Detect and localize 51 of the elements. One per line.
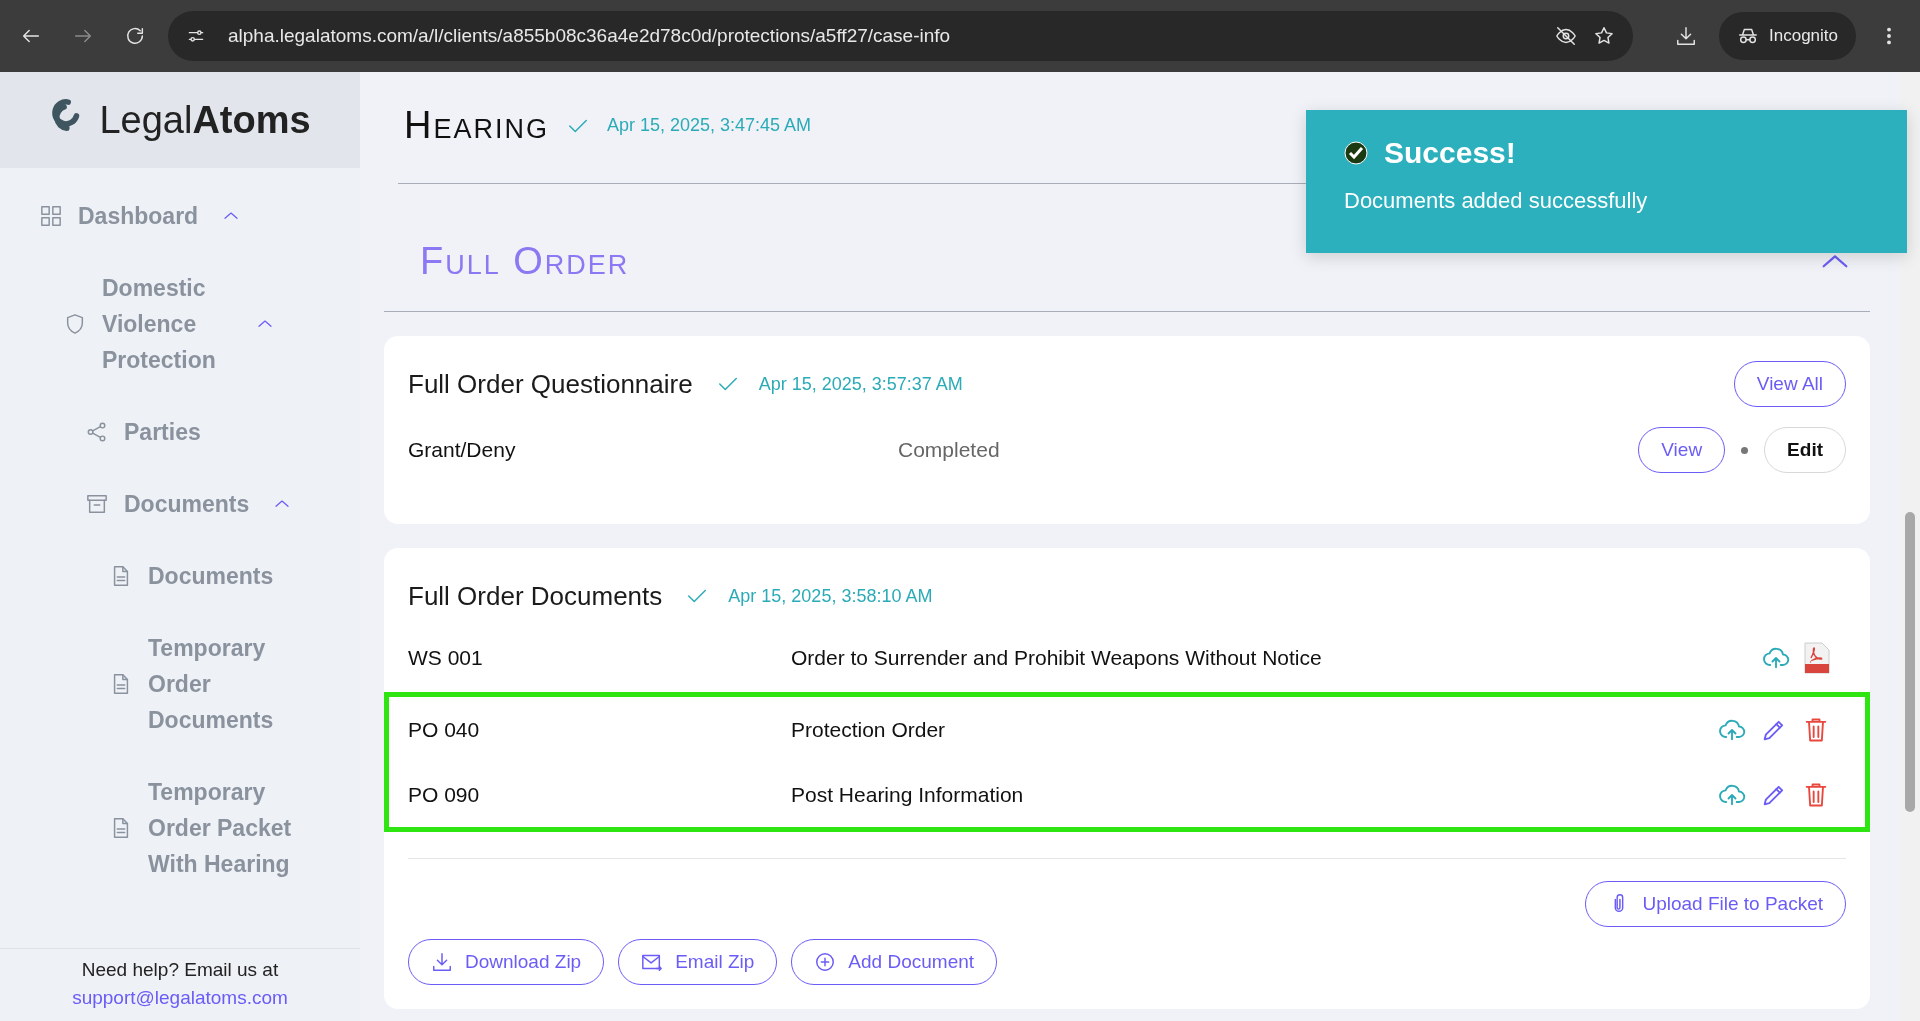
help-text: Need help? Email us at bbox=[80, 959, 280, 981]
scrollbar[interactable] bbox=[1900, 72, 1920, 1021]
status-text: Completed bbox=[898, 438, 1000, 462]
document-name: Protection Order bbox=[791, 717, 946, 742]
archive-icon bbox=[86, 493, 108, 515]
action-button[interactable]: Add Document bbox=[791, 939, 998, 985]
separator-dot bbox=[1741, 446, 1749, 454]
timestamp: Apr 15, 2025, 3:58:10 AM bbox=[728, 585, 933, 607]
timestamp: Apr 15, 2025, 3:57:37 AM bbox=[758, 373, 963, 395]
share-icon bbox=[86, 421, 108, 443]
add-icon bbox=[814, 951, 837, 973]
grid-icon bbox=[40, 205, 62, 227]
document-code: PO 090 bbox=[408, 782, 481, 807]
card-title: Full Order Documents bbox=[408, 580, 663, 612]
view-all-button[interactable]: View All bbox=[1733, 361, 1846, 407]
star-icon[interactable] bbox=[1593, 25, 1615, 47]
reload-icon[interactable] bbox=[124, 25, 146, 47]
logo: LegalAtoms bbox=[49, 98, 311, 142]
action-button[interactable]: Download Zip bbox=[408, 939, 605, 985]
action-button[interactable]: Email Zip bbox=[618, 939, 778, 985]
toast-title: Success! bbox=[1384, 136, 1516, 170]
nav-item[interactable]: Dashboard bbox=[0, 180, 360, 252]
address-bar[interactable]: alpha.legalatoms.com/a/l/clients/a855b08c36a4e2d78c0d/protections/a5ff27/case-info bbox=[168, 11, 1633, 61]
eye-off-icon[interactable] bbox=[1555, 25, 1577, 47]
document-name: Order to Surrender and Prohibit Weapons Without Notice bbox=[791, 646, 1322, 670]
toast-message: Documents added successfully bbox=[1344, 188, 1649, 214]
nav-item[interactable]: Temporary Order Packet With Hearing bbox=[0, 756, 360, 900]
questionnaire-name: Grant/Deny bbox=[408, 438, 517, 462]
pdf-file-icon[interactable] bbox=[1804, 642, 1830, 674]
nav-item[interactable]: Documents bbox=[0, 468, 360, 540]
card-title: Full Order Questionnaire bbox=[408, 368, 693, 400]
edit-button[interactable]: Edit bbox=[1764, 427, 1846, 473]
timestamp: Apr 15, 2025, 3:47:45 AM bbox=[606, 115, 812, 136]
url-text: alpha.legalatoms.com/a/l/clients/a855b08c36a4e2d78c0d/protections/a5ff27/case-info bbox=[228, 25, 951, 47]
email-link[interactable]: support@legalatoms.com bbox=[72, 987, 288, 1009]
download-icon bbox=[431, 951, 453, 973]
nav-item[interactable]: Domestic Violence Protection bbox=[0, 252, 360, 396]
upload-file-button[interactable]: Upload File to Packet bbox=[1585, 881, 1846, 927]
section-title: Full Order bbox=[420, 240, 630, 283]
check-circle-icon bbox=[1344, 141, 1368, 165]
incognito-button[interactable]: Incognito bbox=[1719, 12, 1856, 60]
document-code: WS 001 bbox=[408, 646, 484, 670]
nav-item[interactable]: Temporary Order Documents bbox=[0, 612, 360, 756]
section-title: Hearing bbox=[404, 104, 549, 147]
document-code: PO 040 bbox=[408, 717, 481, 742]
download-icon[interactable] bbox=[1675, 25, 1697, 47]
document-name: Post Hearing Information bbox=[791, 782, 1024, 807]
shield-icon bbox=[64, 313, 86, 335]
view-button[interactable]: View bbox=[1638, 427, 1726, 473]
nav-item[interactable]: Documents bbox=[0, 540, 360, 612]
nav-item[interactable]: Parties bbox=[0, 396, 360, 468]
